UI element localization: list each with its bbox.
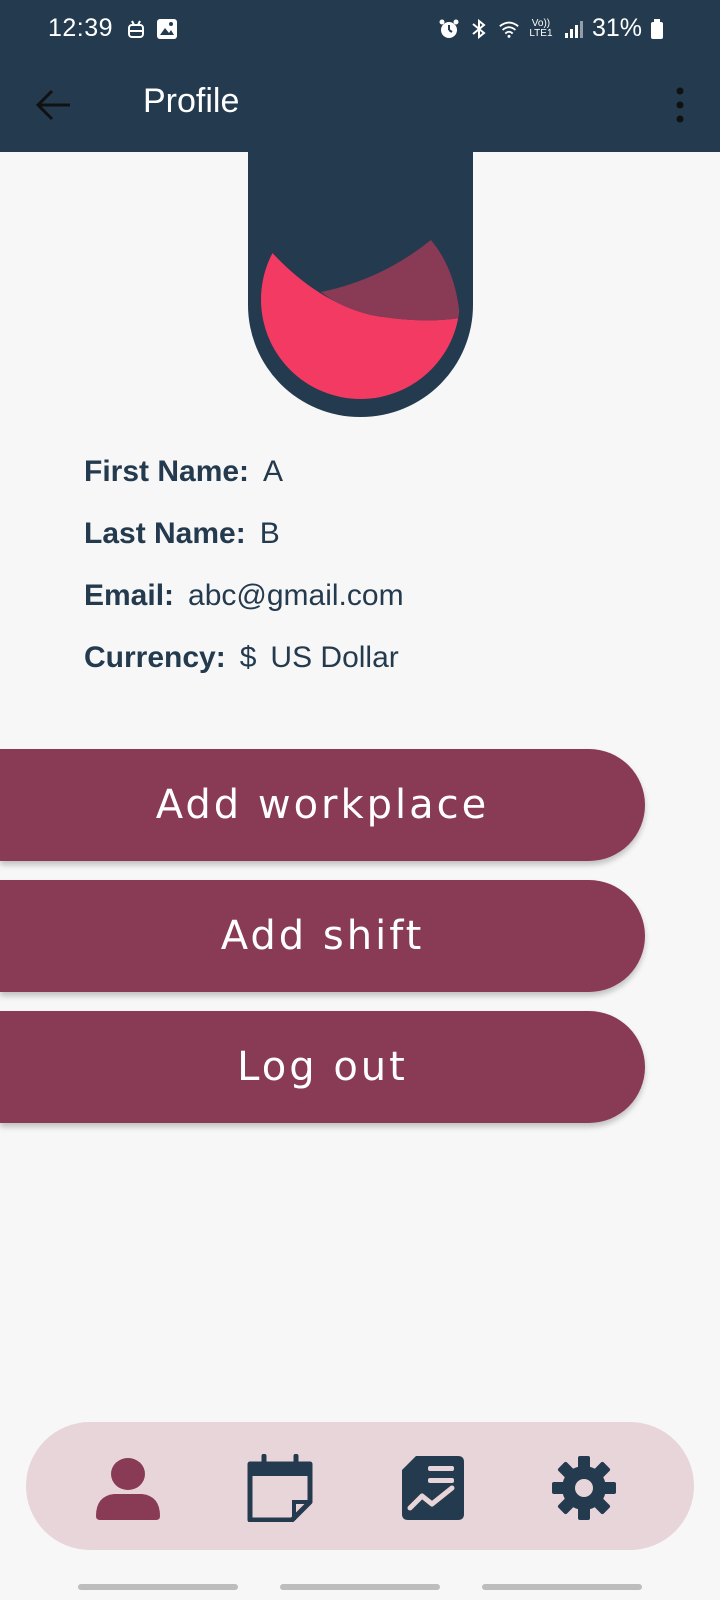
add-workplace-button[interactable]: Add workplace bbox=[0, 749, 645, 861]
image-notification-icon bbox=[157, 19, 177, 39]
first-name-label: First Name: bbox=[84, 455, 250, 488]
status-left-icons bbox=[126, 18, 178, 40]
currency-label: Currency: bbox=[84, 641, 226, 674]
page-title: Profile bbox=[143, 82, 240, 120]
log-out-button[interactable]: Log out bbox=[0, 1011, 645, 1123]
battery-percentage: 31% bbox=[591, 14, 642, 42]
app-bar: Profile bbox=[0, 58, 720, 152]
last-name-value: B bbox=[259, 517, 280, 550]
status-bar: 12:39 Vo)) LTE1 31% bbox=[0, 0, 720, 58]
avatar[interactable] bbox=[261, 200, 460, 399]
currency-value: US Dollar bbox=[270, 641, 399, 674]
bluetooth-icon bbox=[472, 18, 486, 39]
system-nav-home[interactable] bbox=[280, 1584, 440, 1590]
last-name-label: Last Name: bbox=[84, 517, 246, 550]
report-chart-icon bbox=[402, 1456, 464, 1520]
user-icon bbox=[96, 1458, 160, 1520]
avatar-holder bbox=[248, 152, 473, 417]
status-time: 12:39 bbox=[48, 14, 114, 42]
nav-item-settings[interactable] bbox=[548, 1452, 620, 1524]
email-row: Email: abc@gmail.com bbox=[84, 579, 404, 641]
email-label: Email: bbox=[84, 579, 175, 612]
currency-symbol: $ bbox=[239, 641, 257, 674]
battery-icon bbox=[651, 18, 663, 39]
volte-icon: Vo)) LTE1 bbox=[529, 17, 553, 39]
nav-item-reports[interactable] bbox=[396, 1452, 468, 1524]
status-right-icons: Vo)) LTE1 31% bbox=[438, 14, 664, 43]
nav-item-profile[interactable] bbox=[92, 1452, 164, 1524]
gear-icon bbox=[552, 1456, 616, 1520]
first-name-row: First Name: A bbox=[84, 455, 404, 517]
nav-item-calendar[interactable] bbox=[244, 1452, 316, 1524]
avatar-artwork bbox=[261, 200, 460, 399]
email-value: abc@gmail.com bbox=[188, 579, 404, 612]
profile-info: First Name: A Last Name: B Email: abc@gm… bbox=[84, 455, 404, 703]
system-nav-recents[interactable] bbox=[78, 1584, 238, 1590]
last-name-row: Last Name: B bbox=[84, 517, 404, 579]
bottom-navigation bbox=[26, 1422, 694, 1550]
first-name-value: A bbox=[263, 455, 284, 488]
calendar-icon bbox=[247, 1454, 313, 1522]
add-shift-button[interactable]: Add shift bbox=[0, 880, 645, 992]
wifi-icon bbox=[499, 21, 519, 38]
alarm-icon bbox=[439, 19, 459, 38]
system-nav-back[interactable] bbox=[482, 1584, 642, 1590]
arrow-left-icon[interactable] bbox=[30, 82, 76, 128]
signal-icon bbox=[564, 20, 583, 38]
currency-row: Currency: $ US Dollar bbox=[84, 641, 404, 703]
more-vertical-icon[interactable] bbox=[668, 82, 692, 128]
android-robot-icon bbox=[128, 20, 144, 38]
